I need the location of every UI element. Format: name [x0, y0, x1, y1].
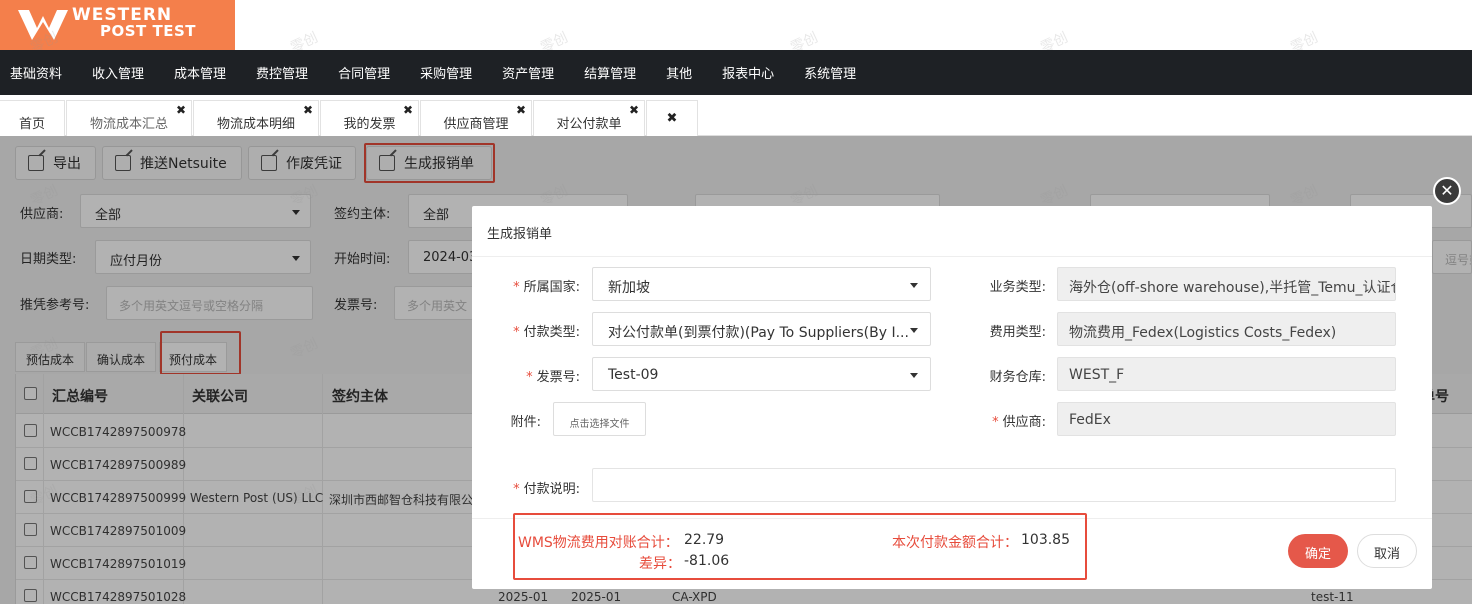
nav-item-expense-control[interactable]: 费控管理	[256, 63, 308, 82]
dialog-title: 生成报销单	[487, 227, 553, 242]
fee-type-label: 费用类型:	[989, 325, 1046, 340]
tab-label: 物流成本明细	[216, 117, 295, 132]
tab-close-icon[interactable]: ✖	[403, 103, 413, 117]
close-glyph: ✕	[1440, 181, 1454, 200]
warehouse-field: WEST_F	[1057, 357, 1396, 391]
nav-item-reports[interactable]: 报表中心	[722, 63, 774, 82]
nav-item-cost[interactable]: 成本管理	[174, 63, 226, 82]
cancel-button[interactable]: 取消	[1357, 534, 1417, 568]
supplier-field: FedEx	[1057, 402, 1396, 436]
chevron-down-icon	[910, 373, 918, 378]
tab-close-icon[interactable]: ✖	[629, 103, 639, 117]
payment-desc-input[interactable]	[592, 468, 1396, 502]
nav-item-purchase[interactable]: 采购管理	[420, 63, 472, 82]
payment-type-value: 对公付款单(到票付款)(Pay To Suppliers(By I...	[608, 325, 909, 341]
supplier-value: FedEx	[1069, 412, 1111, 428]
warehouse-value: WEST_F	[1069, 367, 1125, 383]
payment-desc-label: * 付款说明:	[513, 482, 580, 497]
brand-name-line2: POST TEST	[100, 22, 197, 40]
main-nav: 基础资料 收入管理 成本管理 费控管理 合同管理 采购管理 资产管理 结算管理 …	[0, 50, 1472, 95]
country-label: * 所属国家:	[513, 280, 580, 295]
divider	[472, 256, 1432, 257]
business-type-value: 海外仓(off-shore warehouse),半托管_Temu_认证仓	[1069, 280, 1396, 296]
close-all-tabs-icon[interactable]: ✖	[667, 111, 678, 126]
tab-supplier-management[interactable]: 供应商管理 ✖	[420, 100, 532, 136]
invoice-select[interactable]: Test-09	[592, 357, 931, 391]
tab-logistics-cost-detail[interactable]: 物流成本明细 ✖	[193, 100, 319, 136]
tab-label: 首页	[18, 117, 45, 132]
tab-logistics-cost-summary[interactable]: 物流成本汇总 ✖	[66, 100, 192, 136]
tab-label: 供应商管理	[443, 117, 509, 132]
business-type-label: 业务类型:	[989, 280, 1046, 295]
nav-item-basic-data[interactable]: 基础资料	[10, 63, 62, 82]
tab-label: 物流成本汇总	[89, 117, 168, 132]
business-type-field: 海外仓(off-shore warehouse),半托管_Temu_认证仓	[1057, 267, 1396, 301]
highlight-totals	[513, 513, 1087, 580]
warehouse-label: 财务仓库:	[989, 370, 1046, 385]
country-select[interactable]: 新加坡	[592, 267, 931, 301]
choose-file-label: 点击选择文件	[569, 419, 630, 430]
invoice-label: * 发票号:	[526, 370, 580, 385]
payment-type-select[interactable]: 对公付款单(到票付款)(Pay To Suppliers(By I...	[592, 312, 931, 346]
tab-label: 对公付款单	[556, 117, 622, 132]
nav-item-other[interactable]: 其他	[666, 63, 692, 82]
close-dialog-icon[interactable]: ✕	[1433, 177, 1461, 205]
choose-file-button[interactable]: 点击选择文件	[553, 402, 646, 436]
confirm-label: 确定	[1304, 547, 1331, 562]
tab-close-all[interactable]: ✖	[646, 100, 698, 136]
tab-label: 我的发票	[343, 117, 396, 132]
page-tab-bar: 首页 物流成本汇总 ✖ 物流成本明细 ✖ 我的发票 ✖ 供应商管理 ✖ 对公付款…	[0, 95, 1472, 136]
tab-close-icon[interactable]: ✖	[516, 103, 526, 117]
tab-my-invoices[interactable]: 我的发票 ✖	[320, 100, 419, 136]
generate-reimbursement-dialog: 生成报销单 * 所属国家: 新加坡 * 付款类型: 对公付款单(到票付款)(Pay …	[472, 206, 1432, 589]
tab-corporate-payment[interactable]: 对公付款单 ✖	[533, 100, 645, 136]
country-value: 新加坡	[608, 280, 650, 296]
fee-type-value: 物流费用_Fedex(Logistics Costs_Fedex)	[1069, 325, 1337, 341]
payment-type-label: * 付款类型:	[513, 325, 580, 340]
nav-item-asset[interactable]: 资产管理	[502, 63, 554, 82]
tab-home[interactable]: 首页	[0, 100, 65, 136]
chevron-down-icon	[910, 328, 918, 333]
nav-item-settlement[interactable]: 结算管理	[584, 63, 636, 82]
nav-item-income[interactable]: 收入管理	[92, 63, 144, 82]
nav-item-system[interactable]: 系统管理	[804, 63, 856, 82]
invoice-value: Test-09	[608, 367, 659, 383]
chevron-down-icon	[910, 283, 918, 288]
tab-close-icon[interactable]: ✖	[303, 103, 313, 117]
confirm-button[interactable]: 确定	[1288, 534, 1348, 568]
top-bar: WESTERN POST TEST	[0, 0, 1472, 50]
nav-item-contract[interactable]: 合同管理	[338, 63, 390, 82]
tab-close-icon[interactable]: ✖	[176, 103, 186, 117]
cancel-label: 取消	[1373, 547, 1400, 562]
fee-type-field: 物流费用_Fedex(Logistics Costs_Fedex)	[1057, 312, 1396, 346]
supplier-label: * 供应商:	[992, 415, 1046, 430]
attachment-label: 附件:	[510, 415, 541, 430]
